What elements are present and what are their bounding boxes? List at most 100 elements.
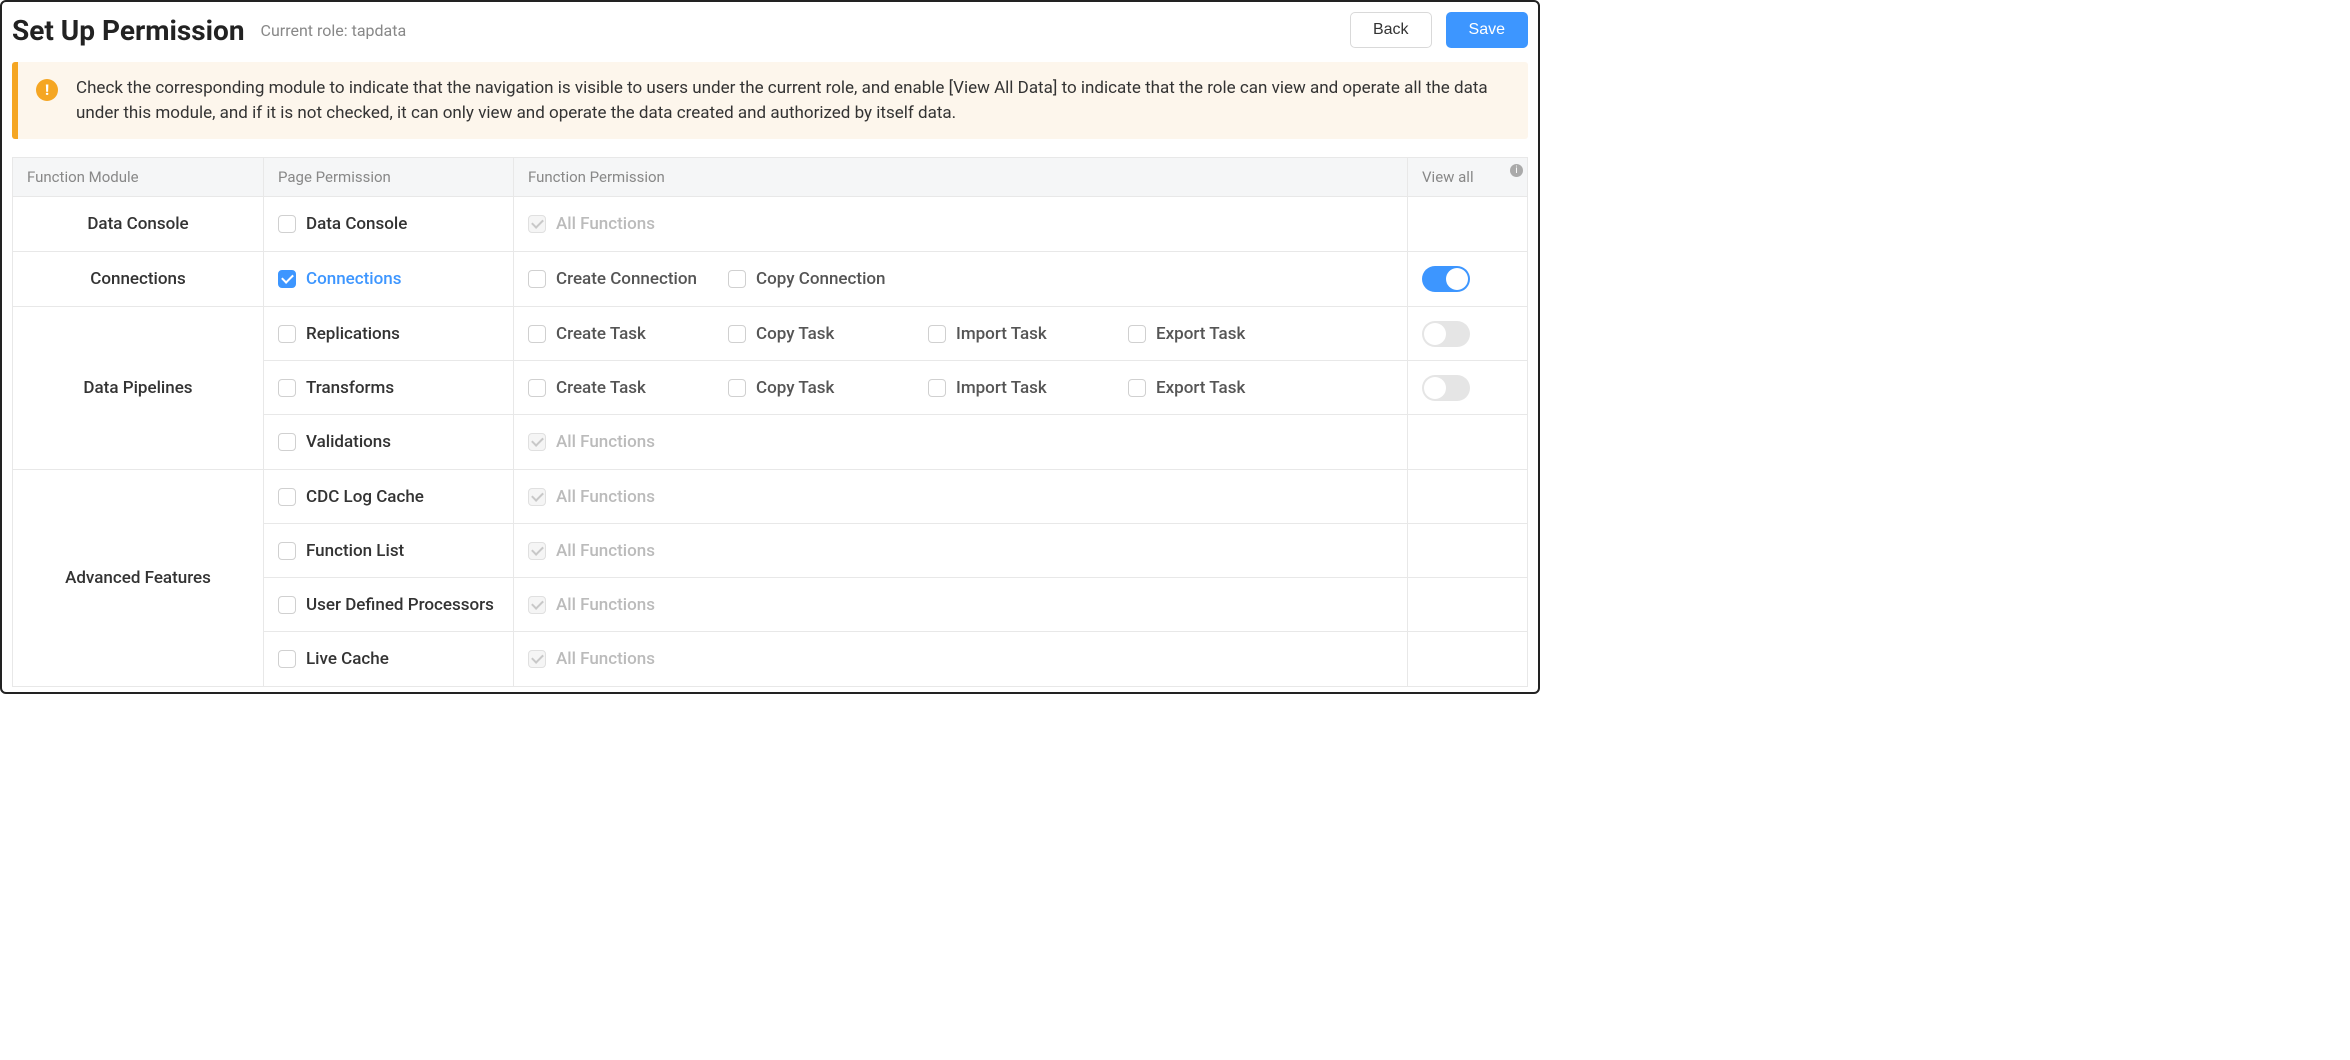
page-checkbox[interactable] xyxy=(278,542,296,560)
function-permission-cell: Create TaskCopy TaskImport TaskExport Ta… xyxy=(513,361,1407,414)
col-view-label: View all xyxy=(1422,168,1474,186)
view-all-cell xyxy=(1407,307,1527,360)
role-prefix: Current role: xyxy=(261,21,352,40)
page-checkbox[interactable] xyxy=(278,325,296,343)
function-item: Copy Connection xyxy=(728,269,928,289)
info-alert: ! Check the corresponding module to indi… xyxy=(12,62,1528,139)
page-permission-cell: Replications xyxy=(263,307,513,360)
function-label: All Functions xyxy=(556,649,655,669)
page-checkbox[interactable] xyxy=(278,215,296,233)
function-checkbox xyxy=(528,542,546,560)
page-checkbox[interactable] xyxy=(278,270,296,288)
function-checkbox[interactable] xyxy=(728,270,746,288)
function-label: Create Task xyxy=(556,324,646,344)
function-label: All Functions xyxy=(556,541,655,561)
page-label: CDC Log Cache xyxy=(306,487,424,507)
table-row: Function ListAll Functions xyxy=(263,524,1527,578)
module-rows: CDC Log CacheAll FunctionsFunction ListA… xyxy=(263,470,1527,686)
page-checkbox[interactable] xyxy=(278,650,296,668)
module-rows: Replications Create Task Copy Task Import T… xyxy=(263,307,1527,469)
view-all-switch[interactable] xyxy=(1422,321,1470,347)
function-label: Copy Task xyxy=(756,324,834,344)
page-checkbox[interactable] xyxy=(278,596,296,614)
module-block: ConnectionsConnections Create ConnectionC… xyxy=(13,252,1527,307)
function-checkbox[interactable] xyxy=(1128,325,1146,343)
view-all-cell xyxy=(1407,632,1527,686)
table-row: Connections Create ConnectionCopy Connect… xyxy=(263,252,1527,306)
function-item: Import Task xyxy=(928,324,1128,344)
page-checkbox[interactable] xyxy=(278,488,296,506)
view-all-cell xyxy=(1407,578,1527,631)
page-label: Connections xyxy=(306,269,402,289)
module-name: Advanced Features xyxy=(13,470,263,686)
function-label: Export Task xyxy=(1156,378,1245,398)
module-rows: Connections Create ConnectionCopy Connect… xyxy=(263,252,1527,306)
function-item: All Functions xyxy=(528,432,728,452)
module-block: Data ConsoleData Console All Functions xyxy=(13,197,1527,252)
function-checkbox[interactable] xyxy=(528,325,546,343)
page-permission-cell: Connections xyxy=(263,252,513,306)
function-checkbox xyxy=(528,596,546,614)
function-permission-cell: Create ConnectionCopy Connection xyxy=(513,252,1407,306)
module-block: Advanced Features CDC Log Cache All Functi… xyxy=(13,470,1527,686)
save-button[interactable]: Save xyxy=(1446,12,1528,48)
table-row: CDC Log Cache All Functions xyxy=(263,470,1527,524)
function-permission-cell: All Functions xyxy=(513,578,1407,631)
page-label: Replications xyxy=(306,324,400,344)
function-item: All Functions xyxy=(528,214,728,234)
function-item: Export Task xyxy=(1128,378,1328,398)
view-all-cell xyxy=(1407,470,1527,523)
permission-page: Set Up Permission Current role: tapdata … xyxy=(0,0,1540,694)
function-permission-cell: All Functions xyxy=(513,524,1407,577)
table-row: User Defined Processors All Functions xyxy=(263,578,1527,632)
alert-text: Check the corresponding module to indica… xyxy=(76,76,1510,125)
function-permission-cell: Create Task Copy Task Import Task Export Ta… xyxy=(513,307,1407,360)
table-row: Transforms Create TaskCopy TaskImport Tas… xyxy=(263,361,1527,415)
function-item: All Functions xyxy=(528,649,728,669)
page-label: Data Console xyxy=(306,214,407,234)
permission-table: Function Module Page Permission Function… xyxy=(12,157,1528,687)
page-permission-cell: Data Console xyxy=(263,197,513,251)
page-label: User Defined Processors xyxy=(306,595,494,615)
function-checkbox[interactable] xyxy=(728,379,746,397)
module-block: Data PipelinesReplicationsCreate TaskCop… xyxy=(13,307,1527,470)
function-permission-cell: All Functions xyxy=(513,197,1407,251)
page-title: Set Up Permission xyxy=(12,14,245,47)
function-label: All Functions xyxy=(556,595,655,615)
function-checkbox[interactable] xyxy=(1128,379,1146,397)
alert-icon: ! xyxy=(36,79,58,101)
page-header: Set Up Permission Current role: tapdata … xyxy=(12,8,1528,62)
table-row: Data Console All Functions xyxy=(263,197,1527,251)
table-header: Function Module Page Permission Function… xyxy=(13,158,1527,197)
function-item: Export Task xyxy=(1128,324,1328,344)
info-icon[interactable]: i xyxy=(1510,164,1523,177)
function-checkbox[interactable] xyxy=(928,379,946,397)
function-checkbox[interactable] xyxy=(528,379,546,397)
page-checkbox[interactable] xyxy=(278,433,296,451)
function-label: All Functions xyxy=(556,432,655,452)
table-row: ValidationsAll Functions xyxy=(263,415,1527,469)
function-checkbox xyxy=(528,488,546,506)
page-permission-cell: User Defined Processors xyxy=(263,578,513,631)
function-checkbox[interactable] xyxy=(928,325,946,343)
page-label: Transforms xyxy=(306,378,394,398)
function-label: Import Task xyxy=(956,324,1047,344)
view-all-switch[interactable] xyxy=(1422,375,1470,401)
view-all-cell xyxy=(1407,197,1527,251)
function-item: All Functions xyxy=(528,595,728,615)
function-item: Create Connection xyxy=(528,269,728,289)
function-label: All Functions xyxy=(556,487,655,507)
view-all-cell xyxy=(1407,524,1527,577)
page-checkbox[interactable] xyxy=(278,379,296,397)
col-func: Function Permission xyxy=(513,158,1407,196)
function-checkbox[interactable] xyxy=(728,325,746,343)
module-rows: Data Console All Functions xyxy=(263,197,1527,251)
function-item: All Functions xyxy=(528,487,728,507)
function-checkbox[interactable] xyxy=(528,270,546,288)
function-checkbox xyxy=(528,433,546,451)
table-row: Live CacheAll Functions xyxy=(263,632,1527,686)
col-page: Page Permission xyxy=(263,158,513,196)
view-all-switch[interactable] xyxy=(1422,266,1470,292)
table-body: Data ConsoleData ConsoleAll FunctionsCon… xyxy=(13,197,1527,686)
back-button[interactable]: Back xyxy=(1350,12,1432,48)
